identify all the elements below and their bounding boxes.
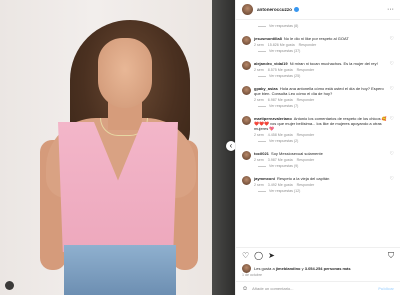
reply-button[interactable]: Responder (297, 133, 315, 137)
comment-meta: 2 sem 6.987 Me gusta Responder (254, 98, 315, 102)
post-username[interactable]: antoneroccuzzo (257, 7, 292, 12)
comment-likes[interactable]: 8.575 Me gusta (268, 68, 293, 72)
avatar[interactable] (242, 4, 253, 15)
reply-button[interactable]: Responder (297, 68, 315, 72)
view-replies-link[interactable]: Ver respuestas (9) (242, 164, 394, 168)
reply-button[interactable]: Responder (299, 43, 317, 47)
heart-icon[interactable]: ♡ (390, 61, 394, 67)
instagram-post-modal: ‹ antoneroccuzzo ··· Ver respuestas (8) … (0, 0, 400, 295)
post-date: 1 de octubre (242, 273, 262, 277)
avatar[interactable] (242, 61, 251, 70)
likes-count[interactable]: 3.054.254 personas más (305, 266, 351, 271)
comment-text: tocil021 Soy Messiosexual solamente (254, 151, 323, 156)
comment-meta: 2 sem 3.492 Me gusta Responder (254, 183, 315, 187)
comment-username[interactable]: jesusmontilla8 (254, 36, 282, 41)
photo-jeans (64, 245, 176, 295)
avatar[interactable] (242, 176, 251, 185)
user-tag-icon[interactable] (5, 281, 14, 290)
post-header: antoneroccuzzo ··· (236, 0, 400, 20)
view-replies-link[interactable]: Ver respuestas (7) (242, 104, 394, 108)
reply-button[interactable]: Responder (297, 183, 315, 187)
heart-icon[interactable]: ♡ (390, 116, 394, 122)
ellipsis-icon[interactable]: ··· (387, 6, 394, 13)
heart-icon[interactable]: ♡ (390, 86, 394, 92)
photo-face (98, 38, 152, 108)
post-actions-bar: ♡ ◯ ➤ ⛉ (236, 247, 400, 263)
heart-icon[interactable]: ♡ (390, 151, 394, 157)
heart-icon[interactable]: ♡ (390, 176, 394, 182)
comment-text: jaymmxoni Respeto a la viejа del capitán (254, 176, 330, 181)
comment-item: gpaky_asias Hola ana antonella cómo está… (242, 86, 394, 102)
verified-badge-icon (293, 7, 299, 12)
post-side-panel: antoneroccuzzo ··· Ver respuestas (8) je… (235, 0, 400, 295)
avatar[interactable] (242, 263, 251, 273)
comment-item: martiperezvaleriano Antonio los comentar… (242, 116, 394, 137)
comment-likes[interactable]: 4.458 Me gusta (268, 133, 293, 137)
likes-username[interactable]: jimeblandino (276, 266, 301, 271)
view-replies-link[interactable]: Ver respuestas (12) (242, 189, 394, 193)
heart-icon[interactable]: ♡ (390, 36, 394, 42)
comment-username[interactable]: alejandro_vidal19 (254, 61, 288, 66)
comment-likes[interactable]: 3.987 Me gusta (268, 158, 293, 162)
share-icon[interactable]: ➤ (268, 251, 275, 260)
comment-item: jesusmontilla8 No le dio ni like por res… (242, 36, 394, 47)
avatar[interactable] (242, 36, 251, 45)
heart-icon[interactable]: ♡ (242, 251, 249, 260)
comment-username[interactable]: jaymmxoni (254, 176, 275, 181)
comment-meta: 2 sem 3.987 Me gusta Responder (254, 158, 315, 162)
comment-input[interactable]: Añade un comentario... (252, 286, 293, 291)
view-replies-link[interactable]: Ver respuestas (37) (242, 49, 394, 53)
avatar[interactable] (242, 116, 251, 125)
comment-icon[interactable]: ◯ (254, 251, 263, 260)
view-replies-link[interactable]: Ver respuestas (8) (242, 24, 394, 28)
comments-list: Ver respuestas (8) jesusmontilla8 No le … (236, 20, 400, 247)
post-photo[interactable]: ‹ (0, 0, 235, 295)
likes-summary: Les gusta a jimeblandino y 3.054.254 per… (236, 263, 400, 273)
comment-text: gpaky_asias Hola ana antonella cómo está… (254, 86, 384, 96)
comment-likes[interactable]: 6.987 Me gusta (268, 98, 293, 102)
avatar[interactable] (242, 151, 251, 160)
comment-text: martiperezvaleriano Antonio los comentar… (254, 116, 387, 131)
reply-button[interactable]: Responder (297, 158, 315, 162)
comment-item: alejandro_vidal19 Ni miran ni tocan much… (242, 61, 394, 72)
comment-item: tocil021 Soy Messiosexual solamente 2 se… (242, 151, 394, 162)
add-comment-bar: ☺ Añade un comentario... Publicar (236, 281, 400, 295)
chevron-left-icon[interactable]: ‹ (226, 141, 235, 151)
comment-likes[interactable]: 3.492 Me gusta (268, 183, 293, 187)
view-replies-link[interactable]: Ver respuestas (2) (242, 139, 394, 143)
view-replies-link[interactable]: Ver respuestas (25) (242, 74, 394, 78)
comment-meta: 2 sem 15.826 Me gusta Responder (254, 43, 317, 47)
emoji-icon[interactable]: ☺ (242, 286, 248, 292)
bookmark-icon[interactable]: ⛉ (388, 251, 394, 261)
comment-username[interactable]: tocil021 (254, 151, 269, 156)
comment-likes[interactable]: 15.826 Me gusta (268, 43, 295, 47)
publish-button[interactable]: Publicar (378, 286, 394, 291)
comment-text: jesusmontilla8 No le dio ni like por res… (254, 36, 349, 41)
comment-meta: 2 sem 8.575 Me gusta Responder (254, 68, 315, 72)
comment-meta: 2 sem 4.458 Me gusta Responder (254, 133, 315, 137)
reply-button[interactable]: Responder (297, 98, 315, 102)
comment-item: jaymmxoni Respeto a la viejа del capitán… (242, 176, 394, 187)
comment-text: alejandro_vidal19 Ni miran ni tocan much… (254, 61, 378, 66)
avatar[interactable] (242, 86, 251, 95)
